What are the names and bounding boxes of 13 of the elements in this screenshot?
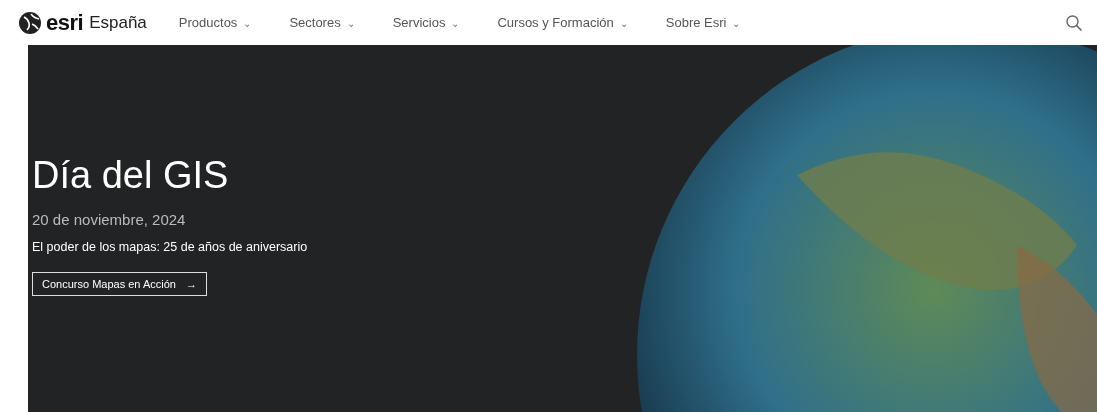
nav-link[interactable]: Servicios ⌄	[392, 15, 460, 30]
nav-link[interactable]: Sobre Esri ⌄	[665, 15, 741, 30]
search-icon[interactable]	[1065, 13, 1083, 32]
nav-link[interactable]: Sectores ⌄	[289, 15, 355, 30]
nav-link[interactable]: Cursos y Formación ⌄	[497, 15, 628, 30]
hero-title: Día del GIS	[32, 153, 229, 197]
region-label: España	[89, 12, 147, 33]
contest-button[interactable]: Concurso Mapas en Acción →	[32, 272, 207, 296]
globe-icon	[18, 10, 42, 35]
event-date: 20 de noviembre, 2024	[32, 211, 186, 228]
brand-logo[interactable]: esri	[46, 9, 84, 36]
hero-subtitle: El poder de los mapas: 25 de años de aniversario	[32, 240, 308, 254]
nav-link[interactable]: Productos ⌄	[178, 15, 252, 30]
